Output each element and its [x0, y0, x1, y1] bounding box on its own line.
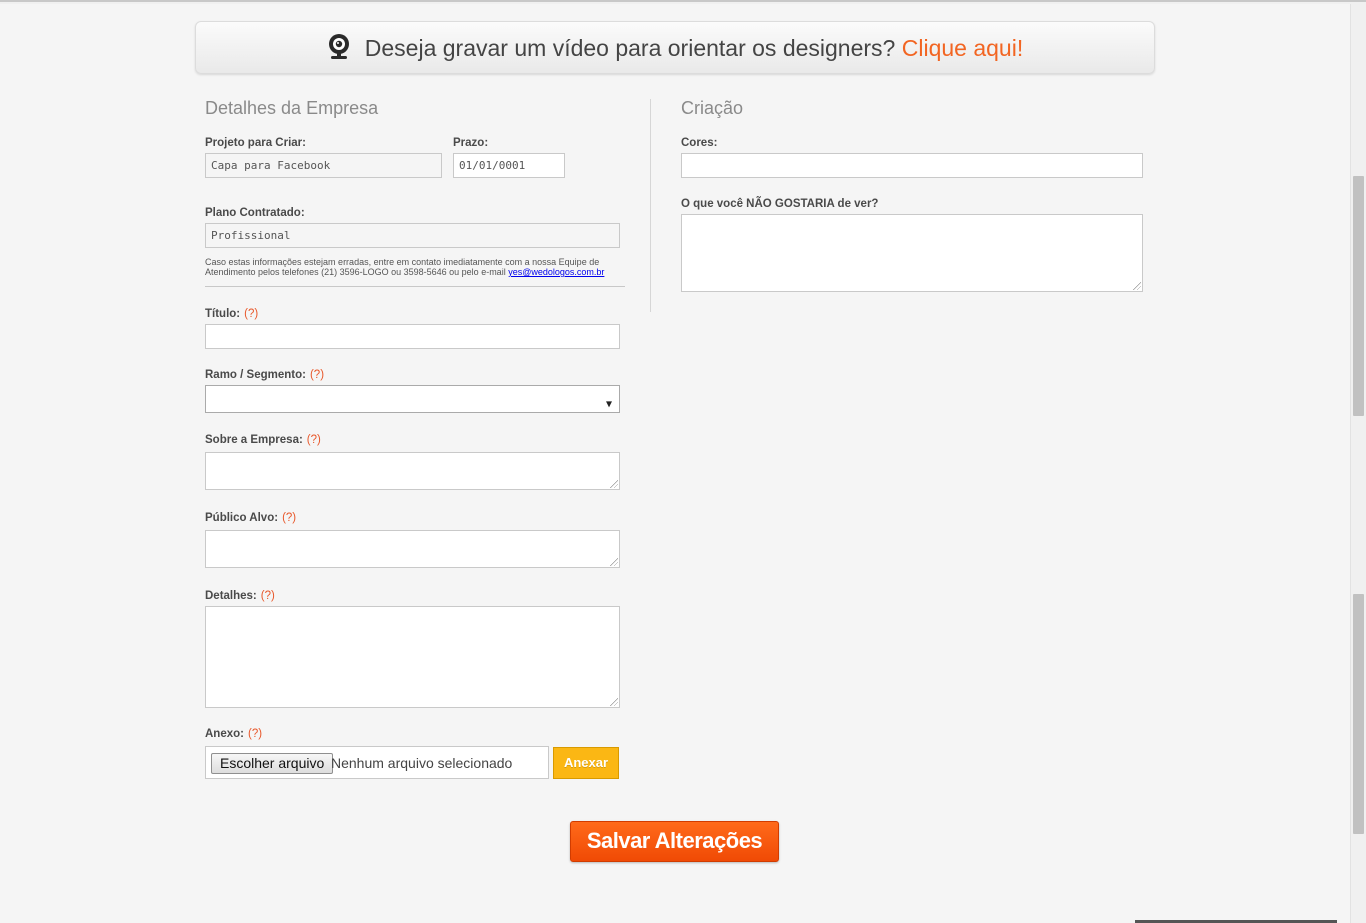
- attach-button[interactable]: Anexar: [553, 747, 619, 779]
- audience-textarea[interactable]: [205, 530, 620, 568]
- about-textarea[interactable]: [205, 452, 620, 490]
- webcam-icon: [327, 34, 351, 60]
- page-scrollbar[interactable]: [1350, 4, 1366, 923]
- contact-email-link[interactable]: yes@wedologos.com.br: [508, 267, 604, 277]
- audience-label-text: Público Alvo:: [205, 512, 279, 524]
- plan-field[interactable]: Profissional: [205, 223, 620, 248]
- choose-file-button[interactable]: Escolher arquivo: [211, 753, 334, 774]
- dislike-textarea[interactable]: [681, 214, 1143, 292]
- notice-divider: [205, 286, 625, 287]
- video-banner: Deseja gravar um vídeo para orientar os …: [195, 21, 1155, 74]
- about-help-link[interactable]: (?): [307, 434, 321, 446]
- creation-section: Criação Cores: O que você NÃO GOSTARIA d…: [681, 96, 1143, 292]
- segment-select[interactable]: ▼: [205, 385, 620, 413]
- segment-label-text: Ramo / Segmento:: [205, 369, 306, 381]
- scrollbar-thumb[interactable]: [1353, 176, 1364, 416]
- banner-content: Deseja gravar um vídeo para orientar os …: [196, 34, 1154, 62]
- details-help-link[interactable]: (?): [261, 590, 275, 602]
- attachment-label-text: Anexo:: [205, 728, 244, 740]
- project-field[interactable]: Capa para Facebook: [205, 153, 442, 178]
- attachment-label: Anexo: (?): [205, 728, 262, 740]
- dropdown-arrow-icon: ▼: [605, 399, 612, 410]
- file-status-text: Nenhum arquivo selecionado: [331, 755, 513, 771]
- file-input[interactable]: Escolher arquivo Nenhum arquivo selecion…: [205, 746, 549, 779]
- colors-input[interactable]: [681, 153, 1143, 178]
- contact-notice: Caso estas informações estejam erradas, …: [205, 257, 620, 277]
- resize-grip-icon[interactable]: [610, 480, 618, 488]
- segment-help-link[interactable]: (?): [310, 369, 324, 381]
- dislike-label: O que você NÃO GOSTARIA de ver?: [681, 198, 879, 210]
- segment-label: Ramo / Segmento: (?): [205, 369, 324, 381]
- record-video-link[interactable]: Clique aqui!: [902, 35, 1023, 61]
- deadline-label: Prazo:: [453, 137, 489, 149]
- resize-grip-icon[interactable]: [1133, 282, 1141, 290]
- title-input[interactable]: [205, 324, 620, 349]
- browser-top-border: [0, 0, 1366, 4]
- title-label-text: Título:: [205, 308, 241, 320]
- company-details-section: Detalhes da Empresa Projeto para Criar: …: [205, 96, 625, 779]
- details-textarea[interactable]: [205, 606, 620, 708]
- resize-grip-icon[interactable]: [610, 558, 618, 566]
- colors-label: Cores:: [681, 137, 718, 149]
- details-label: Detalhes: (?): [205, 590, 275, 602]
- scrollbar-thumb-secondary[interactable]: [1353, 594, 1364, 834]
- creation-title: Criação: [681, 98, 744, 118]
- banner-text: Deseja gravar um vídeo para orientar os …: [364, 35, 896, 61]
- deadline-field[interactable]: 01/01/0001: [453, 153, 565, 178]
- project-label: Projeto para Criar:: [205, 137, 306, 149]
- title-help-link[interactable]: (?): [244, 308, 258, 320]
- details-label-text: Detalhes:: [205, 590, 257, 602]
- resize-grip-icon[interactable]: [610, 698, 618, 706]
- attachment-help-link[interactable]: (?): [248, 728, 262, 740]
- audience-label: Público Alvo: (?): [205, 512, 296, 524]
- about-label-text: Sobre a Empresa:: [205, 434, 303, 446]
- company-details-title: Detalhes da Empresa: [205, 98, 379, 118]
- save-changes-button[interactable]: Salvar Alterações: [570, 821, 779, 862]
- about-label: Sobre a Empresa: (?): [205, 434, 321, 446]
- audience-help-link[interactable]: (?): [282, 512, 296, 524]
- plan-label: Plano Contratado:: [205, 207, 305, 219]
- title-label: Título: (?): [205, 308, 258, 320]
- column-divider: [650, 99, 651, 312]
